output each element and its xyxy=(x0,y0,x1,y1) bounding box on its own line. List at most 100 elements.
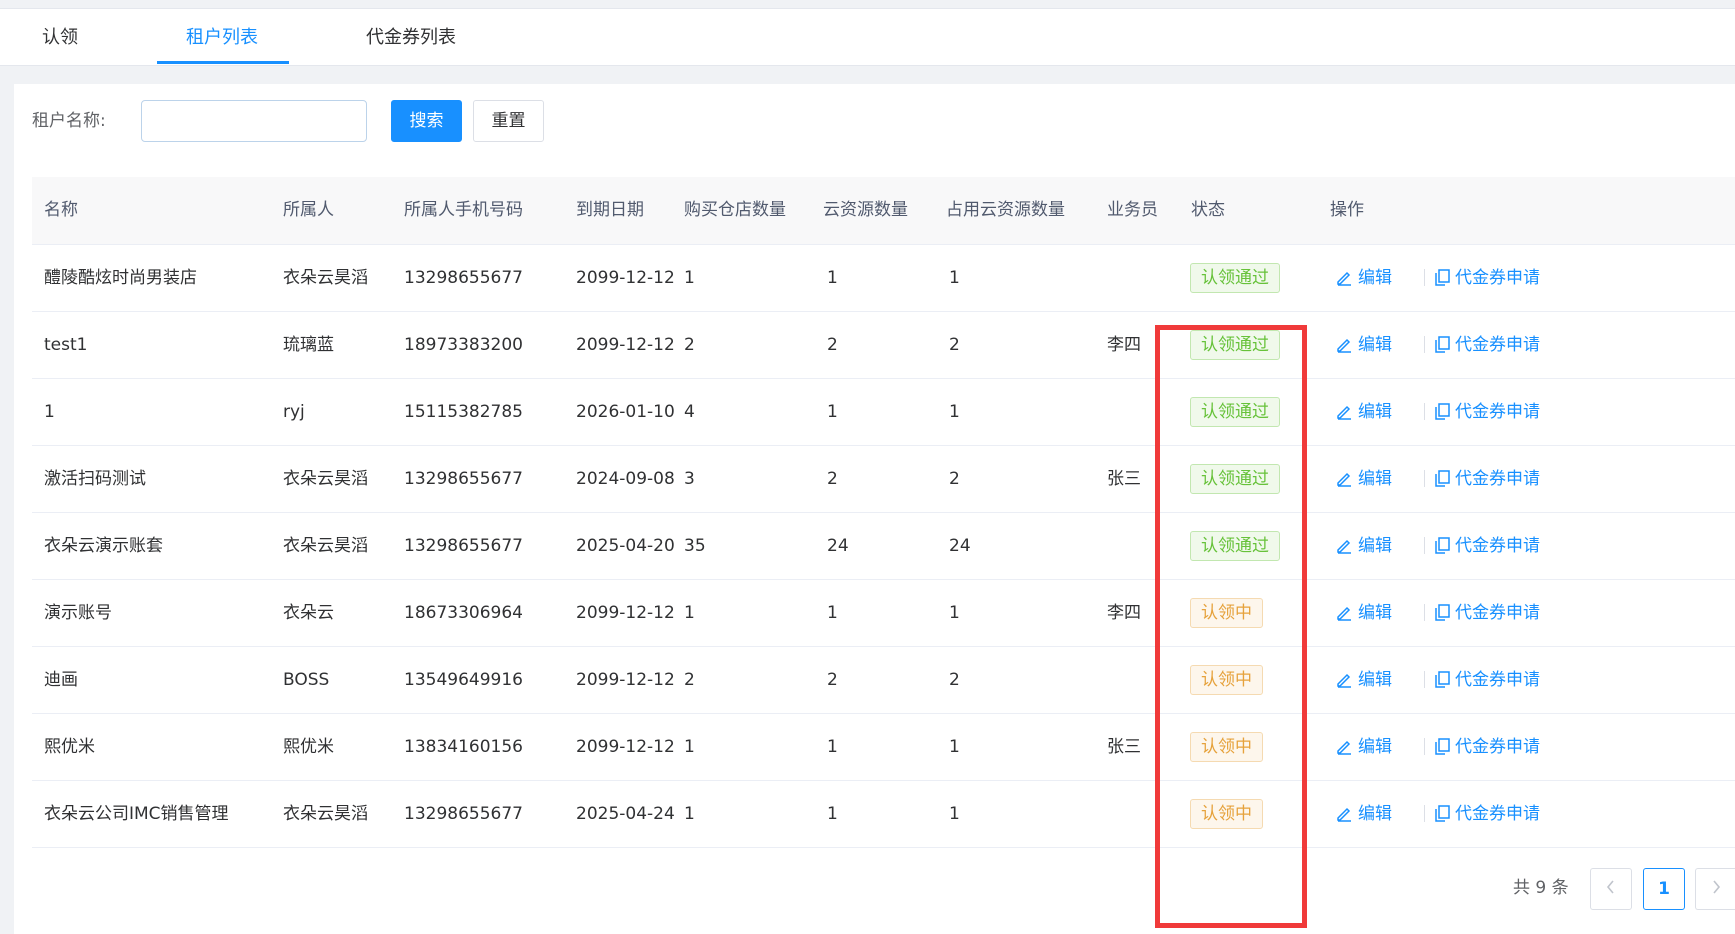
document-icon xyxy=(1435,805,1450,822)
voucher-apply-button[interactable]: 代金券申请 xyxy=(1435,580,1540,646)
edit-button[interactable]: 编辑 xyxy=(1336,446,1392,512)
table-row: 醴陵酷炫时尚男装店 衣朵云昊滔 13298655677 2099-12-12 1 1 1 认领… xyxy=(32,245,1735,312)
cell-name: 熙优米 xyxy=(44,737,95,757)
edit-icon xyxy=(1337,338,1351,353)
cell-name: 激活扫码测试 xyxy=(44,469,146,489)
edit-button[interactable]: 编辑 xyxy=(1336,513,1392,579)
cell-owner: 琉璃蓝 xyxy=(283,335,334,355)
cell-name: 醴陵酷炫时尚男装店 xyxy=(44,268,197,288)
column-header-cloud: 云资源数量 xyxy=(823,200,908,220)
status-tag: 认领通过 xyxy=(1190,531,1280,561)
voucher-apply-button[interactable]: 代金券申请 xyxy=(1435,446,1540,512)
cell-name: 1 xyxy=(44,402,55,422)
cell-cloud: 2 xyxy=(827,670,838,690)
voucher-apply-button[interactable]: 代金券申请 xyxy=(1435,513,1540,579)
active-tab-indicator xyxy=(157,61,289,64)
voucher-apply-button[interactable]: 代金券申请 xyxy=(1435,379,1540,445)
status-tag: 认领通过 xyxy=(1190,464,1280,494)
column-header-owner: 所属人 xyxy=(283,200,334,220)
cell-phone: 18673306964 xyxy=(404,603,523,623)
table-row: 熙优米 熙优米 13834160156 2099-12-12 1 1 1 张三 认领中 编辑 代金券… xyxy=(32,714,1735,781)
action-divider xyxy=(1424,537,1425,554)
document-icon xyxy=(1435,336,1450,353)
edit-label: 编辑 xyxy=(1358,335,1392,355)
edit-button[interactable]: 编辑 xyxy=(1336,245,1392,311)
cell-stores: 4 xyxy=(684,402,695,422)
cell-used-cloud: 1 xyxy=(949,268,960,288)
cell-phone: 13298655677 xyxy=(404,268,523,288)
voucher-apply-label: 代金券申请 xyxy=(1455,804,1540,824)
cell-cloud: 1 xyxy=(827,804,838,824)
cell-phone: 18973383200 xyxy=(404,335,523,355)
voucher-apply-label: 代金券申请 xyxy=(1455,670,1540,690)
voucher-apply-button[interactable]: 代金券申请 xyxy=(1435,647,1540,713)
cell-expire: 2099-12-12 xyxy=(576,737,675,757)
tab-tenant-list[interactable]: 租户列表 xyxy=(186,9,258,66)
voucher-apply-button[interactable]: 代金券申请 xyxy=(1435,714,1540,780)
edit-button[interactable]: 编辑 xyxy=(1336,714,1392,780)
cell-name: 衣朵云演示账套 xyxy=(44,536,163,556)
edit-button[interactable]: 编辑 xyxy=(1336,781,1392,847)
cell-cloud: 24 xyxy=(827,536,849,556)
table-row: 衣朵云公司IMC销售管理 衣朵云昊滔 13298655677 2025-04-24 1 1… xyxy=(32,781,1735,848)
cell-used-cloud: 24 xyxy=(949,536,971,556)
edit-icon xyxy=(1337,673,1351,688)
cell-salesman: 李四 xyxy=(1107,335,1141,355)
cell-name: test1 xyxy=(44,335,88,355)
table-row: 演示账号 衣朵云 18673306964 2099-12-12 1 1 1 李四 认领中 编辑 代金… xyxy=(32,580,1735,647)
status-tag: 认领中 xyxy=(1190,732,1263,762)
cell-stores: 3 xyxy=(684,469,695,489)
status-tag: 认领中 xyxy=(1190,665,1263,695)
cell-used-cloud: 1 xyxy=(949,402,960,422)
voucher-apply-label: 代金券申请 xyxy=(1455,469,1540,489)
cell-expire: 2099-12-12 xyxy=(576,268,675,288)
cell-stores: 35 xyxy=(684,536,706,556)
tab-voucher-list[interactable]: 代金券列表 xyxy=(366,9,456,66)
cell-cloud: 1 xyxy=(827,402,838,422)
cell-cloud: 1 xyxy=(827,603,838,623)
document-icon xyxy=(1435,604,1450,621)
edit-button[interactable]: 编辑 xyxy=(1336,647,1392,713)
edit-label: 编辑 xyxy=(1358,670,1392,690)
status-tag: 认领通过 xyxy=(1190,330,1280,360)
column-header-status: 状态 xyxy=(1191,200,1225,220)
edit-label: 编辑 xyxy=(1358,804,1392,824)
pagination-page-1[interactable]: 1 xyxy=(1643,868,1685,910)
cell-salesman: 李四 xyxy=(1107,603,1141,623)
cell-owner: BOSS xyxy=(283,670,330,690)
edit-label: 编辑 xyxy=(1358,536,1392,556)
status-tag: 认领通过 xyxy=(1190,263,1280,293)
column-header-used-cloud: 占用云资源数量 xyxy=(946,200,1065,220)
edit-label: 编辑 xyxy=(1358,268,1392,288)
cell-phone: 13298655677 xyxy=(404,536,523,556)
status-tag: 认领中 xyxy=(1190,598,1263,628)
document-icon xyxy=(1435,671,1450,688)
search-button[interactable]: 搜索 xyxy=(391,100,462,142)
pagination-prev-button[interactable] xyxy=(1590,868,1632,910)
edit-button[interactable]: 编辑 xyxy=(1336,312,1392,378)
document-icon xyxy=(1435,403,1450,420)
pagination-next-button[interactable] xyxy=(1695,868,1735,910)
tab-bar: 认领 租户列表 代金券列表 xyxy=(0,8,1735,66)
voucher-apply-button[interactable]: 代金券申请 xyxy=(1435,245,1540,311)
edit-button[interactable]: 编辑 xyxy=(1336,379,1392,445)
action-divider xyxy=(1424,671,1425,688)
cell-used-cloud: 1 xyxy=(949,804,960,824)
voucher-apply-label: 代金券申请 xyxy=(1455,268,1540,288)
cell-phone: 13549649916 xyxy=(404,670,523,690)
tenant-name-input[interactable] xyxy=(141,100,367,142)
voucher-apply-button[interactable]: 代金券申请 xyxy=(1435,312,1540,378)
voucher-apply-button[interactable]: 代金券申请 xyxy=(1435,781,1540,847)
cell-owner: ryj xyxy=(283,402,305,422)
edit-icon xyxy=(1337,740,1351,755)
cell-cloud: 1 xyxy=(827,737,838,757)
edit-icon xyxy=(1337,606,1351,621)
reset-button[interactable]: 重置 xyxy=(473,100,544,142)
edit-button[interactable]: 编辑 xyxy=(1336,580,1392,646)
voucher-apply-label: 代金券申请 xyxy=(1455,536,1540,556)
table-row: 衣朵云演示账套 衣朵云昊滔 13298655677 2025-04-20 35 24 24 认… xyxy=(32,513,1735,580)
tab-claim[interactable]: 认领 xyxy=(42,9,78,66)
cell-expire: 2099-12-12 xyxy=(576,670,675,690)
edit-icon xyxy=(1337,807,1351,822)
cell-cloud: 2 xyxy=(827,335,838,355)
